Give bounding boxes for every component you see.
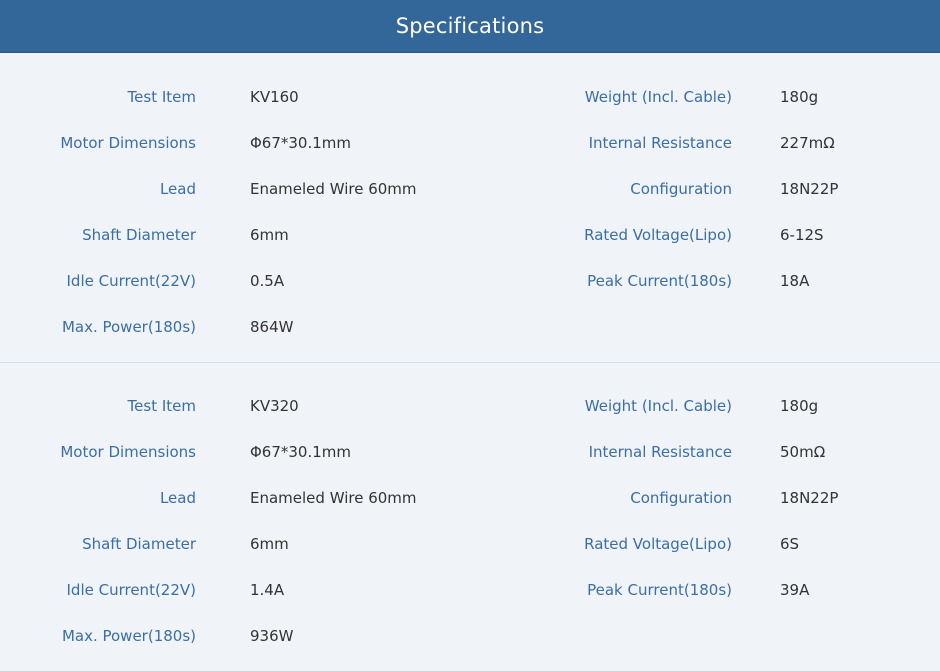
spec-label: Max. Power(180s) (61, 318, 196, 336)
spec-label: Test Item (127, 397, 196, 415)
spec-value: 50mΩ (780, 443, 826, 461)
spec-row: Motor Dimensions Φ67*30.1mm Internal Res… (0, 131, 940, 155)
spec-row: Idle Current(22V) 1.4A Peak Current(180s… (0, 578, 940, 602)
spec-label: Peak Current(180s) (587, 581, 732, 599)
spec-value: Enameled Wire 60mm (250, 489, 417, 507)
spec-value: 6-12S (780, 226, 824, 244)
spec-label: Peak Current(180s) (587, 272, 732, 290)
spec-label: Lead (159, 180, 196, 198)
spec-label: Idle Current(22V) (66, 272, 197, 290)
spec-row: Test Item KV320 Weight (Incl. Cable) 180… (0, 394, 940, 418)
spec-label: Test Item (127, 88, 196, 106)
specifications-header: Specifications (0, 0, 940, 53)
spec-value: 18N22P (780, 489, 839, 507)
spec-value: 18N22P (780, 180, 839, 198)
spec-row: Idle Current(22V) 0.5A Peak Current(180s… (0, 269, 940, 293)
spec-value: 936W (250, 627, 294, 645)
spec-value: 227mΩ (780, 134, 835, 152)
spec-value: Enameled Wire 60mm (250, 180, 417, 198)
spec-label: Weight (Incl. Cable) (584, 397, 732, 415)
spec-label: Rated Voltage(Lipo) (584, 226, 732, 244)
spec-row: Test Item KV160 Weight (Incl. Cable) 180… (0, 85, 940, 109)
spec-value: 1.4A (250, 581, 285, 599)
spec-label: Motor Dimensions (60, 443, 196, 461)
spec-value: 39A (780, 581, 810, 599)
section-divider (0, 362, 940, 363)
spec-label: Shaft Diameter (82, 535, 196, 553)
spec-value: Φ67*30.1mm (250, 443, 352, 461)
spec-row: Max. Power(180s) 936W (0, 624, 940, 648)
spec-label: Rated Voltage(Lipo) (584, 535, 732, 553)
spec-label: Weight (Incl. Cable) (584, 88, 732, 106)
spec-label: Max. Power(180s) (61, 627, 196, 645)
spec-value: 180g (780, 397, 819, 415)
page-title: Specifications (395, 14, 545, 38)
spec-label: Motor Dimensions (60, 134, 196, 152)
spec-value: 6mm (250, 226, 289, 244)
spec-label: Configuration (630, 180, 732, 198)
spec-value: 6mm (250, 535, 289, 553)
spec-row: Shaft Diameter 6mm Rated Voltage(Lipo) 6… (0, 223, 940, 247)
spec-label: Lead (159, 489, 196, 507)
spec-row: Shaft Diameter 6mm Rated Voltage(Lipo) 6… (0, 532, 940, 556)
spec-label: Shaft Diameter (82, 226, 196, 244)
spec-value: Φ67*30.1mm (250, 134, 352, 152)
spec-label: Idle Current(22V) (66, 581, 197, 599)
spec-label: Configuration (630, 489, 732, 507)
spec-row: Lead Enameled Wire 60mm Configuration 18… (0, 486, 940, 510)
spec-label: Internal Resistance (588, 443, 732, 461)
spec-value: 864W (250, 318, 294, 336)
spec-row: Lead Enameled Wire 60mm Configuration 18… (0, 177, 940, 201)
spec-value: KV160 (250, 88, 299, 106)
spec-value: 18A (780, 272, 810, 290)
spec-row: Motor Dimensions Φ67*30.1mm Internal Res… (0, 440, 940, 464)
spec-value: 0.5A (250, 272, 285, 290)
spec-value: KV320 (250, 397, 299, 415)
spec-row: Max. Power(180s) 864W (0, 315, 940, 339)
spec-value: 180g (780, 88, 819, 106)
spec-label: Internal Resistance (588, 134, 732, 152)
spec-value: 6S (780, 535, 800, 553)
